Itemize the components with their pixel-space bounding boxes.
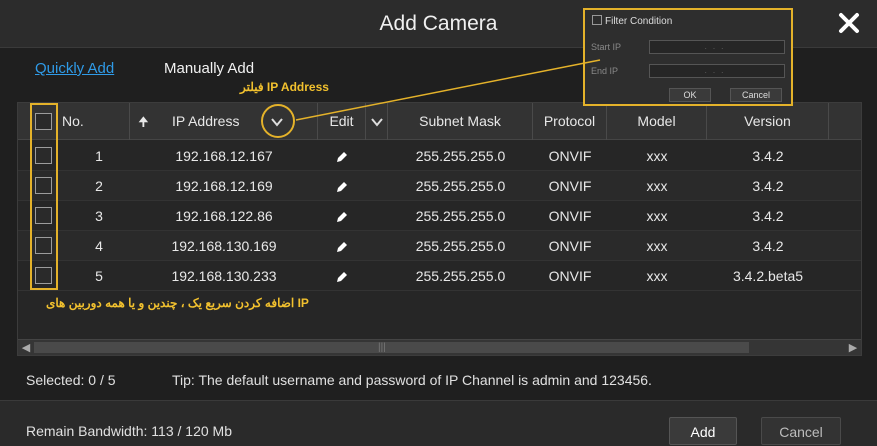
- scrollbar-grip-icon: |||: [378, 342, 386, 353]
- cell-version: 3.4.2: [752, 148, 784, 164]
- cell-protocol: ONVIF: [548, 238, 592, 254]
- cell-model: xxx: [646, 238, 668, 254]
- sort-up-arrow-icon[interactable]: 🠉: [138, 103, 149, 140]
- cell-subnet: 255.255.255.0: [415, 178, 506, 194]
- edit-icon[interactable]: [335, 210, 349, 224]
- remain-bandwidth: Remain Bandwidth: 113 / 120 Mb: [26, 423, 232, 439]
- tab-quickly-add[interactable]: Quickly Add: [35, 60, 114, 77]
- filter-highlight-circle: [261, 104, 295, 138]
- start-ip-label: Start IP: [591, 42, 622, 52]
- cell-model: xxx: [646, 178, 668, 194]
- column-header-version[interactable]: Version: [707, 103, 829, 140]
- cell-ip: 192.168.12.167: [175, 148, 273, 164]
- cell-no: 3: [95, 208, 103, 224]
- table-row[interactable]: 5 192.168.130.233 255.255.255.0 ONVIF xx…: [18, 261, 861, 291]
- scroll-right-icon[interactable]: ▶: [845, 340, 861, 356]
- cell-model: xxx: [646, 208, 668, 224]
- filter-condition-header[interactable]: Filter Condition: [592, 15, 672, 27]
- selected-count: Selected: 0 / 5: [26, 372, 116, 388]
- close-icon[interactable]: [835, 9, 863, 37]
- filter-ok-button[interactable]: OK: [669, 88, 711, 102]
- start-ip-input[interactable]: ...: [649, 40, 785, 54]
- column-header-model[interactable]: Model: [607, 103, 707, 140]
- cell-protocol: ONVIF: [548, 148, 592, 164]
- tip-text: Tip: The default username and password o…: [172, 372, 652, 388]
- table-row[interactable]: 3 192.168.122.86 255.255.255.0 ONVIF xxx…: [18, 201, 861, 231]
- cell-protocol: ONVIF: [548, 178, 592, 194]
- cell-subnet: 255.255.255.0: [415, 208, 506, 224]
- checkbox-column-highlight: [30, 103, 58, 290]
- quick-add-annotation: اضافه کردن سریع یک ، چندین و یا همه دورب…: [46, 296, 309, 310]
- scrollbar-thumb[interactable]: [34, 342, 749, 353]
- table-row[interactable]: 2 192.168.12.169 255.255.255.0 ONVIF xxx…: [18, 171, 861, 201]
- cancel-button[interactable]: Cancel: [761, 417, 841, 445]
- chevron-down-icon[interactable]: [370, 115, 384, 129]
- end-ip-label: End IP: [591, 66, 619, 76]
- edit-icon[interactable]: [335, 270, 349, 284]
- edit-icon[interactable]: [335, 180, 349, 194]
- cell-model: xxx: [646, 268, 668, 284]
- tab-manually-add[interactable]: Manually Add: [164, 60, 254, 77]
- filter-condition-checkbox[interactable]: [592, 15, 602, 25]
- cell-ip: 192.168.130.233: [171, 268, 277, 284]
- cell-version: 3.4.2.beta5: [732, 268, 804, 284]
- cell-ip: 192.168.130.169: [171, 238, 277, 254]
- cell-ip: 192.168.12.169: [175, 178, 273, 194]
- cell-no: 2: [95, 178, 103, 194]
- add-button[interactable]: Add: [669, 417, 737, 445]
- edit-icon[interactable]: [335, 240, 349, 254]
- cell-version: 3.4.2: [752, 238, 784, 254]
- cell-subnet: 255.255.255.0: [415, 268, 506, 284]
- cell-model: xxx: [646, 148, 668, 164]
- column-header-protocol[interactable]: Protocol: [533, 103, 607, 140]
- filter-condition-popup: Filter Condition Start IP ... End IP ...…: [583, 8, 793, 106]
- cell-version: 3.4.2: [752, 178, 784, 194]
- footer: Remain Bandwidth: 113 / 120 Mb Add Cance…: [0, 400, 877, 446]
- cell-protocol: ONVIF: [548, 268, 592, 284]
- cell-protocol: ONVIF: [548, 208, 592, 224]
- cell-ip: 192.168.122.86: [175, 208, 273, 224]
- cell-no: 1: [95, 148, 103, 164]
- filter-annotation: فیلتر IP Address: [240, 80, 329, 94]
- table-row[interactable]: 1 192.168.12.167 255.255.255.0 ONVIF xxx…: [18, 141, 861, 171]
- horizontal-scrollbar[interactable]: ◀ ||| ▶: [18, 339, 861, 355]
- cell-subnet: 255.255.255.0: [415, 238, 506, 254]
- column-header-edit[interactable]: Edit: [318, 103, 366, 140]
- scroll-left-icon[interactable]: ◀: [18, 340, 34, 356]
- edit-icon[interactable]: [335, 150, 349, 164]
- table-header: No. 🠉 IP Address Edit Subnet Mask Protoc…: [18, 103, 861, 140]
- edit-filter-button[interactable]: [366, 103, 388, 140]
- end-ip-input[interactable]: ...: [649, 64, 785, 78]
- cell-no: 5: [95, 268, 103, 284]
- filter-cancel-button[interactable]: Cancel: [730, 88, 782, 102]
- column-header-subnet[interactable]: Subnet Mask: [388, 103, 533, 140]
- cell-subnet: 255.255.255.0: [415, 148, 506, 164]
- table-row[interactable]: 4 192.168.130.169 255.255.255.0 ONVIF xx…: [18, 231, 861, 261]
- camera-table: No. 🠉 IP Address Edit Subnet Mask Protoc…: [17, 102, 862, 356]
- cell-no: 4: [95, 238, 103, 254]
- cell-version: 3.4.2: [752, 208, 784, 224]
